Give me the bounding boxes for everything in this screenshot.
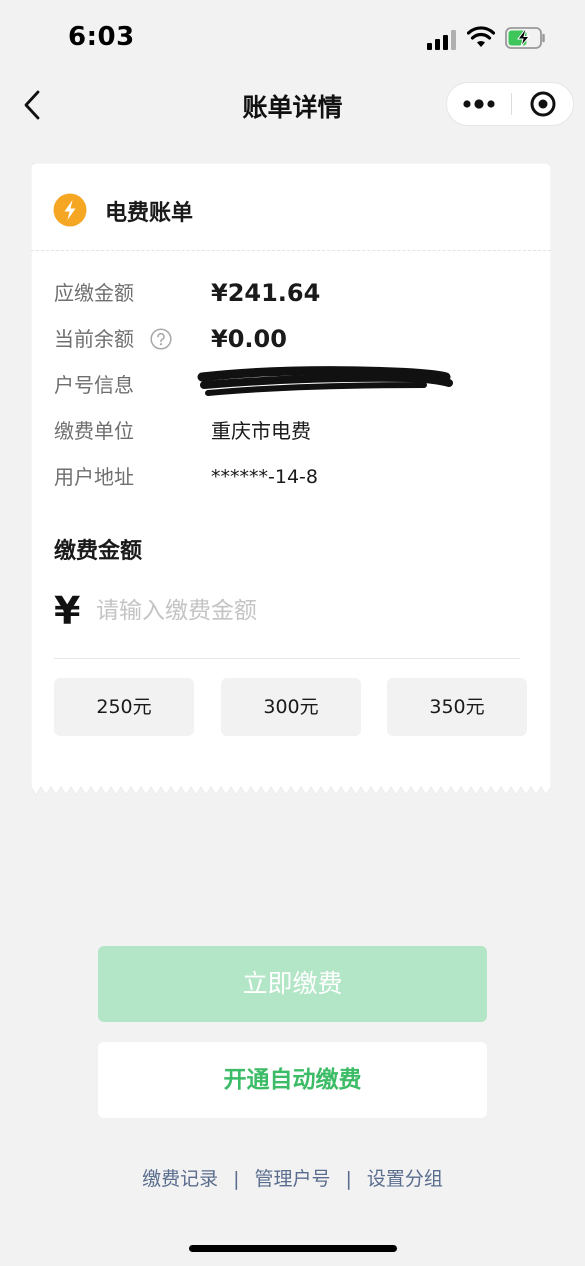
bill-header: 电费账单 [31, 163, 551, 251]
address-value: ******-14-8 [211, 466, 318, 488]
amount-input-row: ¥ [54, 583, 520, 659]
screen: 6:03 账单详情 电费账单 应缴金额 ¥241.64 当前余额 ¥0.00 户… [0, 0, 585, 1266]
account-label: 户号信息 [54, 373, 134, 397]
preset-amount-250-button[interactable]: 250元 [54, 678, 194, 736]
target-circle-icon[interactable] [512, 83, 574, 125]
address-label: 用户地址 [54, 465, 134, 489]
payee-label: 缴费单位 [54, 419, 134, 443]
navigation-bar: 账单详情 [0, 70, 585, 140]
amount-input[interactable] [96, 589, 516, 633]
status-time: 6:03 [68, 22, 135, 52]
input-underline [54, 658, 520, 659]
cellular-signal-icon [427, 30, 456, 50]
info-row-balance: 当前余额 ¥0.00 [54, 323, 534, 355]
info-row-amount-due: 应缴金额 ¥241.64 [54, 277, 534, 309]
lightning-bolt-icon [53, 193, 87, 227]
footer-separator: | [233, 1168, 240, 1190]
wifi-icon [467, 26, 495, 47]
question-mark-icon[interactable] [150, 328, 172, 350]
header-divider [31, 250, 551, 251]
pay-now-button[interactable]: 立即缴费 [98, 946, 487, 1022]
amount-due-label: 应缴金额 [54, 281, 134, 305]
payment-history-link[interactable]: 缴费记录 [136, 1164, 224, 1191]
redaction-scribble [197, 366, 453, 396]
more-dots-icon[interactable] [447, 83, 511, 125]
pay-amount-title: 缴费金额 [54, 539, 143, 564]
bill-card: 电费账单 应缴金额 ¥241.64 当前余额 ¥0.00 户号信息 缴费单位 重… [31, 163, 551, 795]
preset-amount-300-button[interactable]: 300元 [221, 678, 361, 736]
footer-separator: | [345, 1168, 352, 1190]
info-row-payee: 缴费单位 重庆市电费 [54, 415, 534, 447]
bill-type-title: 电费账单 [105, 201, 194, 226]
amount-due-value: ¥241.64 [211, 279, 321, 307]
home-indicator [189, 1245, 397, 1252]
manage-accounts-link[interactable]: 管理户号 [248, 1164, 336, 1191]
balance-value: ¥0.00 [211, 325, 287, 353]
status-bar: 6:03 [0, 0, 585, 70]
info-row-account: 户号信息 [54, 366, 534, 401]
autopay-button[interactable]: 开通自动缴费 [98, 1042, 487, 1118]
battery-charging-icon [505, 27, 545, 49]
miniprogram-capsule [446, 82, 574, 126]
info-row-address: 用户地址 ******-14-8 [54, 461, 534, 493]
set-group-link[interactable]: 设置分组 [361, 1164, 449, 1191]
footer-links: 缴费记录 | 管理户号 | 设置分组 [0, 1164, 585, 1194]
balance-label: 当前余额 [54, 327, 134, 351]
currency-symbol: ¥ [54, 589, 81, 633]
preset-amount-350-button[interactable]: 350元 [387, 678, 527, 736]
payee-value: 重庆市电费 [211, 419, 311, 443]
